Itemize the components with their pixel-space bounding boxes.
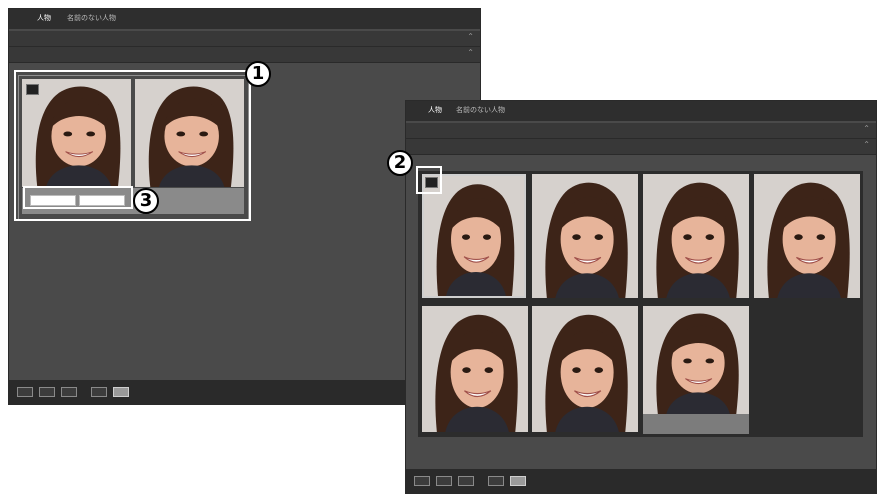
face-thumbnail[interactable] — [643, 306, 749, 414]
view-mode-icon[interactable] — [436, 476, 452, 486]
chevron-icon[interactable]: ⌃ — [863, 140, 870, 149]
face-thumbnail[interactable] — [754, 174, 860, 298]
highlight-box-3 — [23, 186, 133, 209]
face-thumbnail[interactable] — [532, 306, 638, 432]
tab-unnamed-people[interactable]: 名前のない人物 — [456, 105, 505, 115]
section-row-2[interactable]: ⌃ — [406, 139, 876, 155]
view-mode-icon[interactable] — [17, 387, 33, 397]
people-browser-window-right: 人物 名前のない人物 ⌃ ⌃ — [405, 100, 877, 494]
tab-bar: 人物 名前のない人物 — [9, 9, 480, 29]
callout-3: 3 — [133, 188, 159, 214]
chevron-icon[interactable]: ⌃ — [863, 124, 870, 133]
name-entry-area[interactable] — [643, 414, 749, 434]
tab-people[interactable]: 人物 — [428, 105, 442, 115]
view-mode-icon[interactable] — [414, 476, 430, 486]
view-mode-icon[interactable] — [113, 387, 129, 397]
tab-people[interactable]: 人物 — [37, 13, 51, 23]
bottom-toolbar — [406, 469, 876, 493]
view-mode-icon[interactable] — [61, 387, 77, 397]
section-row-1[interactable]: ⌃ — [406, 123, 876, 139]
view-mode-icon[interactable] — [91, 387, 107, 397]
face-thumbnail[interactable] — [422, 306, 528, 432]
chevron-icon[interactable]: ⌃ — [467, 48, 474, 57]
view-mode-icon[interactable] — [458, 476, 474, 486]
face-thumbnail[interactable] — [643, 174, 749, 298]
section-row-1[interactable]: ⌃ — [9, 31, 480, 47]
callout-2: 2 — [387, 150, 413, 176]
view-mode-icon[interactable] — [39, 387, 55, 397]
callout-1: 1 — [245, 61, 271, 87]
section-row-2[interactable]: ⌃ — [9, 47, 480, 63]
view-mode-icon[interactable] — [488, 476, 504, 486]
highlight-box-2 — [416, 166, 442, 194]
tab-bar: 人物 名前のない人物 — [406, 101, 876, 121]
chevron-icon[interactable]: ⌃ — [467, 32, 474, 41]
view-mode-icon[interactable] — [510, 476, 526, 486]
tab-unnamed-people[interactable]: 名前のない人物 — [67, 13, 116, 23]
face-thumbnail[interactable] — [532, 174, 638, 298]
